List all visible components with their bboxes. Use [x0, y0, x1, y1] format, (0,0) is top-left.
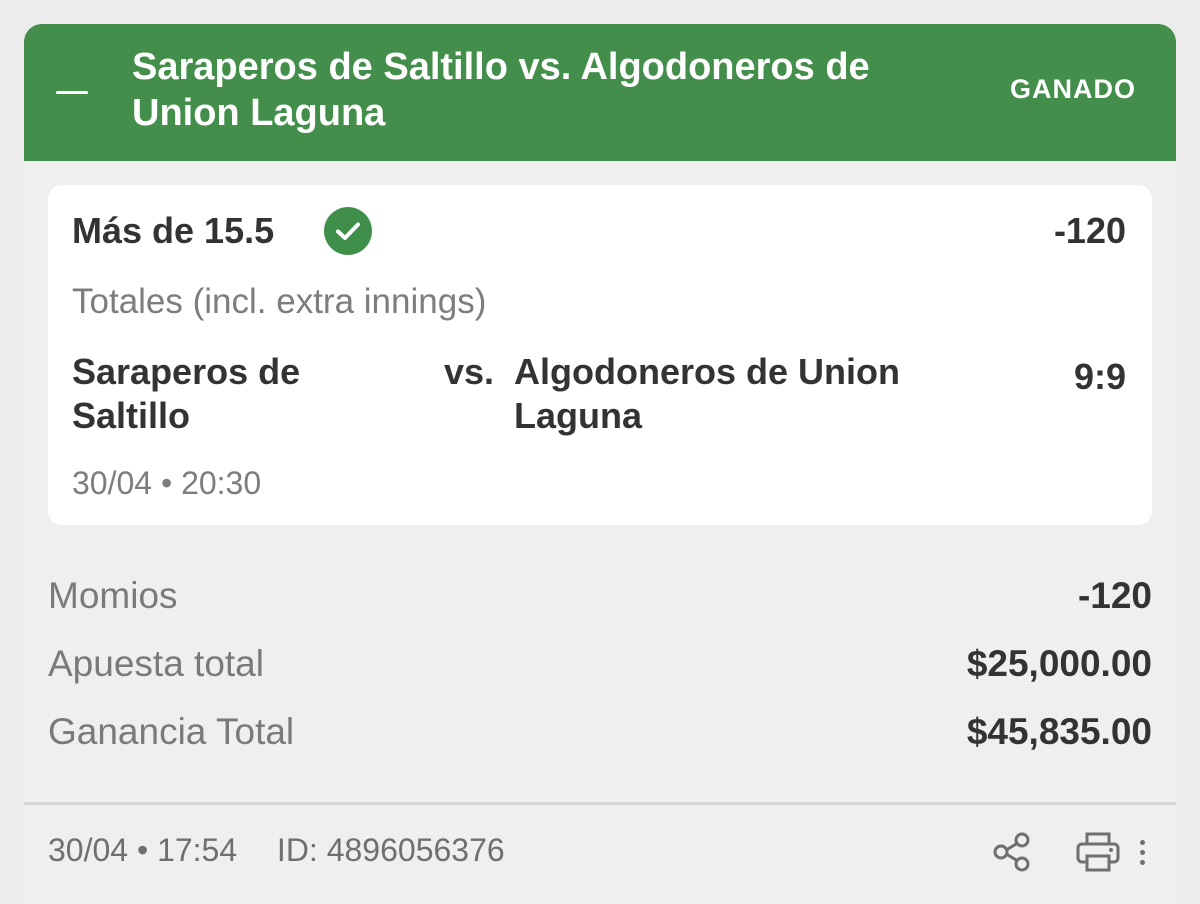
stake-label: Apuesta total: [48, 643, 264, 684]
selection-label: Más de 15.5: [72, 210, 275, 251]
bet-header[interactable]: Saraperos de Saltillo vs. Algodoneros de…: [24, 24, 1176, 161]
odds-value: -120: [1077, 575, 1152, 616]
match-score: 9:9: [1073, 356, 1126, 397]
stake-row: Apuesta total $25,000.00: [48, 640, 1152, 688]
versus-label: vs.: [444, 351, 495, 392]
payout-label: Ganancia Total: [48, 711, 295, 752]
bet-slip-card: Saraperos de Saltillo vs. Algodoneros de…: [24, 24, 1176, 904]
odds-label: Momios: [48, 575, 178, 616]
bet-selection-card: Más de 15.5 -120 Totales (incl. extra in…: [48, 185, 1152, 525]
more-vertical-icon[interactable]: [1128, 830, 1158, 874]
match-title: Saraperos de Saltillo vs. Algodoneros de…: [132, 46, 870, 134]
share-icon[interactable]: [988, 828, 1036, 876]
placed-datetime: 30/04 • 17:54: [48, 832, 238, 868]
minus-icon[interactable]: [52, 72, 92, 112]
selection-odds: -120: [1053, 210, 1126, 251]
payout-value: $45,835.00: [966, 711, 1152, 752]
home-team: Saraperos de Saltillo: [72, 351, 301, 436]
odds-row: Momios -120: [48, 572, 1152, 620]
footer-divider: [24, 802, 1176, 805]
check-circle-icon: [324, 207, 372, 255]
market-name: Totales (incl. extra innings): [72, 282, 487, 321]
payout-row: Ganancia Total $45,835.00: [48, 708, 1152, 756]
footer-meta: 30/04 • 17:54 ID: 4896056376: [48, 830, 505, 870]
away-team: Algodoneros de Union Laguna: [514, 351, 900, 436]
bet-id: ID: 4896056376: [276, 832, 505, 868]
event-datetime: 30/04 • 20:30: [72, 465, 262, 501]
print-icon[interactable]: [1072, 828, 1124, 876]
stake-value: $25,000.00: [966, 643, 1152, 684]
status-badge: GANADO: [1010, 74, 1136, 104]
